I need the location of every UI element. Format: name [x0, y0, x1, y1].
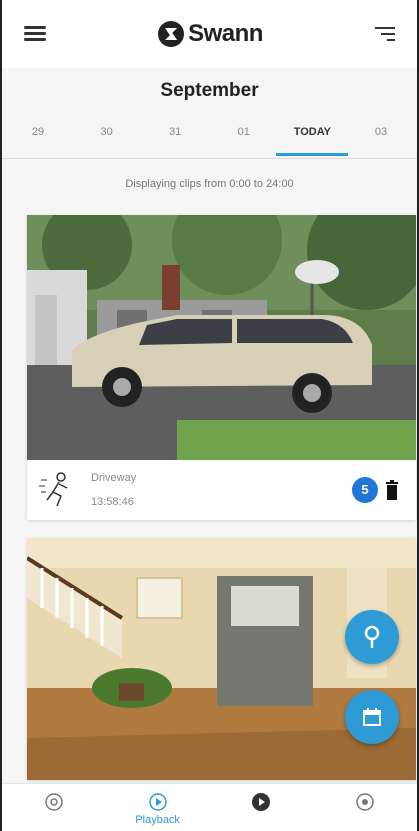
clip-info-row[interactable]: Driveway 13:58:46 5	[27, 460, 416, 520]
location-pin-icon	[364, 625, 380, 648]
home-icon	[45, 793, 63, 811]
nav-settings[interactable]	[325, 792, 405, 812]
clip-count-badge: 5	[352, 477, 378, 503]
date-tab[interactable]: 31	[145, 116, 205, 156]
swann-logo-icon	[158, 21, 185, 47]
date-strip: 29 30 31 01 TODAY 03	[2, 116, 417, 156]
date-tab[interactable]: 03	[351, 116, 411, 156]
date-tab[interactable]: 30	[77, 116, 137, 156]
clip-card[interactable]: Driveway 13:58:46 5	[27, 215, 416, 520]
trash-icon[interactable]	[386, 480, 398, 500]
playback-icon	[148, 793, 167, 811]
month-title: September	[160, 80, 259, 101]
hamburger-menu-icon[interactable]	[24, 26, 46, 42]
location-pin-button[interactable]	[345, 610, 399, 664]
date-tab-today[interactable]: TODAY	[276, 116, 349, 156]
divider	[2, 158, 417, 159]
settings-icon	[356, 793, 374, 811]
clip-timestamp: 13:58:46	[91, 496, 134, 508]
brand-name: Swann	[188, 20, 263, 47]
calendar-button[interactable]	[345, 690, 399, 744]
bottom-navigation: Playback	[2, 783, 417, 831]
top-bar: Swann	[2, 0, 417, 68]
nav-playback-label: Playback	[135, 814, 180, 826]
driveway-scene-image	[27, 215, 416, 460]
clip-camera-name: Driveway	[91, 472, 137, 484]
clip-range-info: Displaying clips from 0:00 to 24:00	[125, 178, 294, 190]
calendar-icon	[363, 708, 381, 726]
nav-home[interactable]	[14, 792, 94, 812]
date-tab[interactable]: 29	[8, 116, 68, 156]
filter-icon[interactable]	[375, 26, 395, 42]
motion-person-icon	[39, 472, 68, 507]
brand-logo: Swann	[158, 20, 263, 48]
app-screen: Swann September 29 30 31 01 TODAY 03 Dis…	[0, 0, 419, 831]
clip-thumbnail-minivan[interactable]	[27, 215, 416, 460]
record-icon	[252, 793, 271, 811]
date-tab[interactable]: 01	[214, 116, 274, 156]
nav-record[interactable]	[221, 792, 301, 812]
nav-playback[interactable]: Playback	[118, 792, 198, 826]
